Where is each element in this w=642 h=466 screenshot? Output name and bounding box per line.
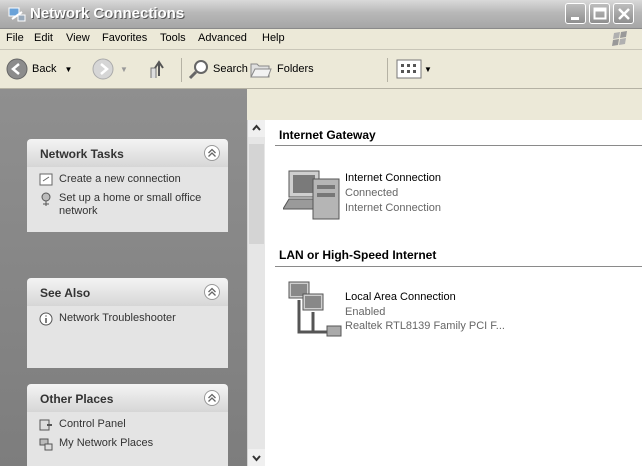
network-connections-icon (8, 7, 26, 22)
connection-name: Internet Connection (345, 172, 442, 184)
network-places-icon (39, 438, 53, 451)
home-network-icon (41, 192, 51, 206)
task-label: Control Panel (59, 418, 126, 430)
up-folder-button[interactable] (148, 58, 170, 80)
up-folder-icon (150, 60, 164, 78)
other-places-title: Other Places (40, 392, 114, 406)
group-title-internet-gateway: Internet Gateway (279, 128, 376, 142)
connection-status: Enabled (345, 306, 386, 318)
folders-button[interactable]: Folders (249, 58, 314, 80)
lan-connection-icon (288, 281, 342, 337)
network-tasks-body: Create a new connection Set up a home or… (27, 167, 228, 232)
back-label: Back (32, 63, 57, 75)
network-connections-window: Network Connections File Edit View Favor… (0, 0, 642, 466)
menu-favorites[interactable]: Favorites (102, 32, 147, 44)
toolbar-separator (387, 58, 388, 82)
network-troubleshooter-link[interactable]: Network Troubleshooter (39, 312, 218, 326)
control-panel-icon (39, 419, 52, 431)
other-places-header[interactable]: Other Places (27, 384, 228, 412)
search-label: Search (213, 63, 248, 75)
views-dropdown-icon[interactable]: ▼ (424, 65, 432, 74)
my-network-places-link[interactable]: My Network Places (39, 437, 218, 451)
connection-status: Connected (345, 187, 399, 199)
scroll-down-button[interactable] (248, 449, 265, 466)
views-button[interactable]: ▼ (396, 58, 432, 80)
forward-arrow-icon (92, 58, 114, 80)
forward-dropdown-icon[interactable]: ▼ (120, 65, 128, 74)
folders-label: Folders (277, 63, 314, 75)
control-panel-link[interactable]: Control Panel (39, 418, 218, 431)
maximize-button[interactable] (589, 3, 610, 24)
task-label: Create a new connection (59, 173, 181, 185)
maximize-icon (593, 7, 607, 20)
search-button[interactable]: Search (187, 58, 248, 80)
menu-edit[interactable]: Edit (34, 32, 53, 44)
scroll-up-button[interactable] (248, 120, 265, 137)
info-icon (39, 312, 53, 326)
back-arrow-icon (6, 58, 28, 80)
chevron-up-icon (252, 124, 261, 131)
search-icon (188, 60, 208, 80)
setup-home-network-link[interactable]: Set up a home or small office network (39, 192, 218, 218)
menu-tools[interactable]: Tools (160, 32, 186, 44)
connections-list: Internet Gateway Internet Connection Con… (265, 120, 642, 466)
forward-button[interactable]: ▼ (92, 58, 128, 80)
toolbar: Back ▼ ▼ Search Folders ▼ (0, 50, 642, 89)
connection-name: Local Area Connection (345, 291, 456, 303)
menu-help[interactable]: Help (262, 32, 285, 44)
connection-type: Realtek RTL8139 Family PCI F... (345, 320, 505, 332)
see-also-title: See Also (40, 286, 91, 300)
chevron-down-icon (252, 455, 261, 462)
title-bar[interactable]: Network Connections (0, 0, 642, 29)
task-label: Network Troubleshooter (59, 312, 176, 324)
collapse-icon[interactable] (204, 390, 220, 406)
folders-icon (250, 63, 272, 78)
collapse-icon[interactable] (204, 284, 220, 300)
create-connection-link[interactable]: Create a new connection (39, 173, 218, 186)
network-tasks-box: Network Tasks Create a new connection Se… (27, 139, 228, 232)
connection-type: Internet Connection (345, 202, 442, 214)
window-title: Network Connections (30, 5, 185, 22)
group-title-lan: LAN or High-Speed Internet (279, 248, 437, 262)
minimize-button[interactable] (565, 3, 586, 24)
see-also-header[interactable]: See Also (27, 278, 228, 306)
group-divider (275, 145, 642, 146)
close-icon (618, 8, 630, 20)
group-divider (275, 266, 642, 267)
new-connection-icon (39, 173, 53, 186)
menu-view[interactable]: View (66, 32, 90, 44)
other-places-body: Control Panel My Network Places (27, 412, 228, 466)
see-also-box: See Also Network Troubleshooter (27, 278, 228, 368)
other-places-box: Other Places Control Panel My Network Pl… (27, 384, 228, 466)
see-also-body: Network Troubleshooter (27, 306, 228, 368)
task-label: My Network Places (59, 437, 154, 449)
internet-gateway-icon (283, 170, 340, 220)
back-dropdown-icon[interactable]: ▼ (64, 65, 72, 74)
vertical-scrollbar[interactable] (247, 120, 265, 466)
task-label: Set up a home or small office network (59, 192, 202, 217)
windows-logo-icon (612, 31, 627, 46)
collapse-icon[interactable] (204, 145, 220, 161)
task-pane: Network Tasks Create a new connection Se… (0, 89, 247, 466)
menu-advanced[interactable]: Advanced (198, 32, 247, 44)
views-icon (396, 59, 422, 79)
minimize-icon (571, 17, 579, 20)
close-button[interactable] (613, 3, 634, 24)
network-tasks-title: Network Tasks (40, 147, 124, 161)
menu-bar: File Edit View Favorites Tools Advanced … (0, 29, 642, 50)
network-tasks-header[interactable]: Network Tasks (27, 139, 228, 167)
scroll-thumb[interactable] (249, 144, 264, 244)
toolbar-separator (181, 58, 182, 82)
back-button[interactable]: Back ▼ (6, 58, 72, 80)
menu-file[interactable]: File (6, 32, 24, 44)
